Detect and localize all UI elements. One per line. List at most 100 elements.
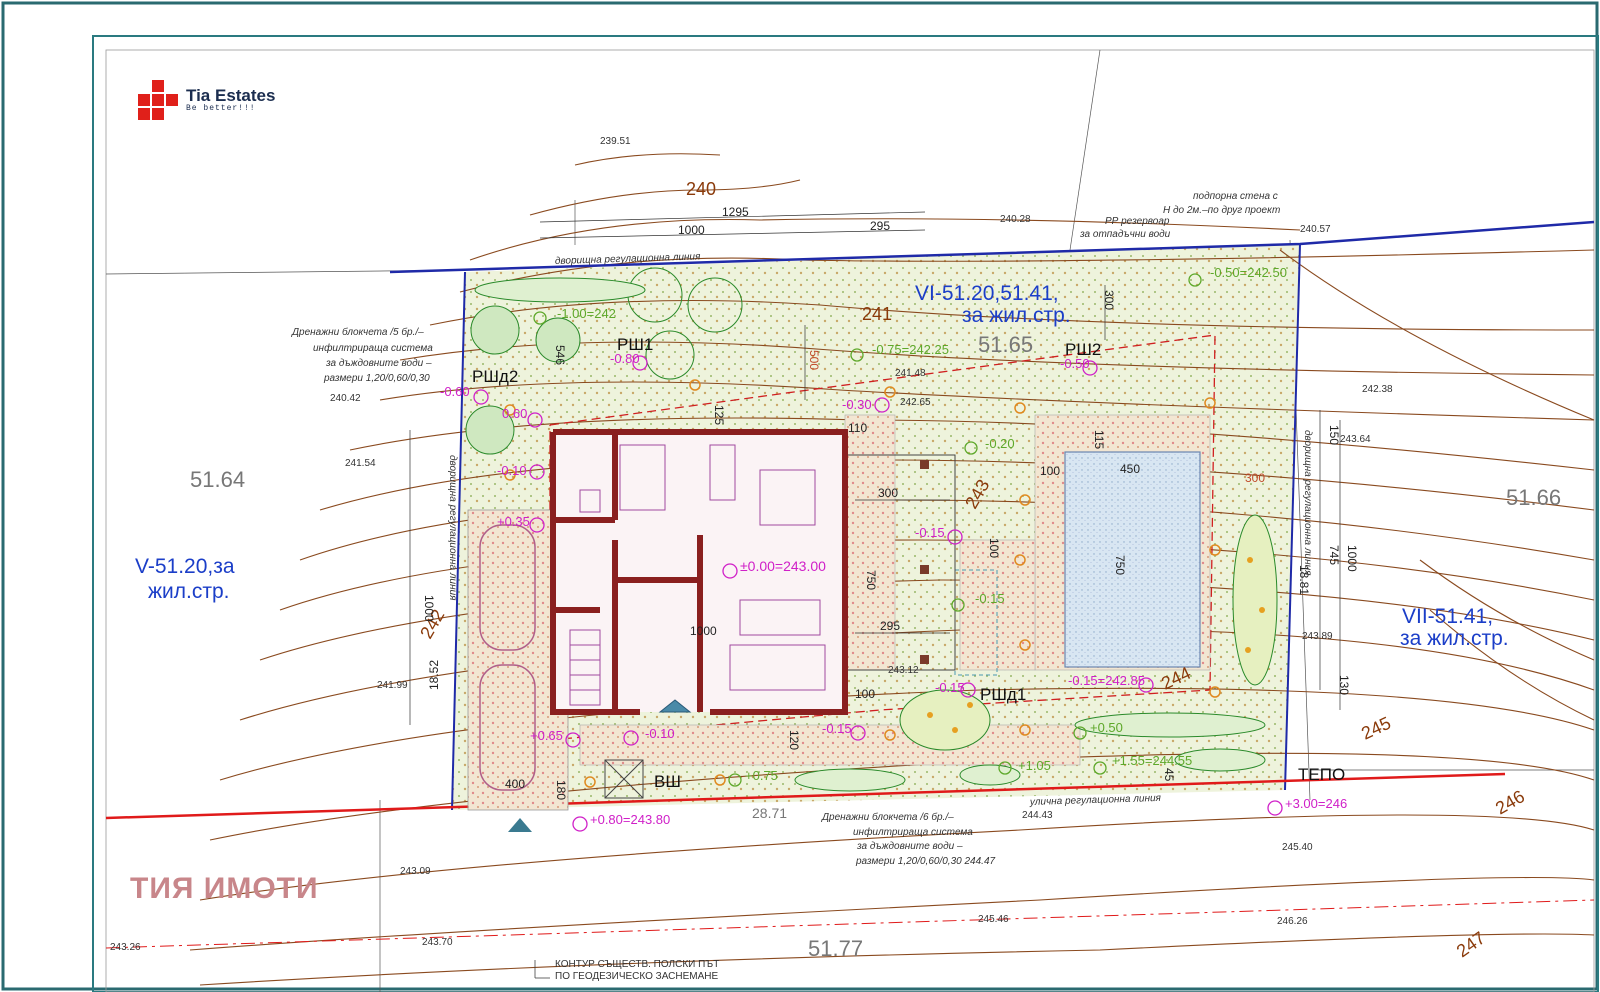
- dimension-label: 750: [864, 570, 878, 590]
- level-mark: +0.80=243.80: [590, 812, 670, 827]
- note-text: инфилтрираща система: [313, 342, 433, 354]
- spot-level: 244.43: [1022, 810, 1053, 821]
- brand-logo: Tia Estates Be better!!!: [138, 80, 275, 120]
- note-text: размери 1,20/0,60/0,30: [323, 373, 430, 384]
- tepo-label: ТЕПО: [1298, 765, 1345, 784]
- manhole-label: РШ1: [617, 335, 653, 354]
- zone-label: VII-51.41,: [1402, 605, 1493, 628]
- spot-level: 243.64: [1340, 434, 1371, 445]
- note-text: Дренажни блокчета /5 бр./–: [291, 326, 424, 338]
- dimension-label: 745: [1327, 545, 1341, 565]
- spot-level: 246.26: [1277, 916, 1308, 927]
- dimension-label: 450: [1120, 462, 1140, 476]
- zone-label: за жил.стр.: [1400, 627, 1509, 650]
- spot-level: 243.12: [888, 665, 919, 676]
- dimension-label: 150: [1327, 425, 1341, 445]
- dimension-label: 750: [1113, 555, 1127, 575]
- level-mark: +3.00=246: [1285, 796, 1347, 811]
- watermark-text: ТИЯ ИМОТИ: [130, 872, 319, 905]
- dimension-label: 546: [553, 345, 567, 365]
- contour-number: 240: [686, 179, 716, 199]
- level-mark: -0.60: [440, 384, 470, 399]
- dimension-label: 300: [1102, 290, 1116, 310]
- spot-level: 240.28: [1000, 214, 1031, 225]
- dimension-label: 125: [712, 405, 726, 425]
- dimension-label: 180: [554, 780, 568, 800]
- level-mark: -0.15: [975, 591, 1005, 606]
- dimension-label: 110: [848, 421, 867, 435]
- level-mark: -0.20: [985, 436, 1015, 451]
- dimension-label: 300: [1245, 471, 1265, 485]
- dimension-label: 1000: [678, 223, 705, 237]
- level-mark: -0.75=242.25: [872, 342, 949, 357]
- pool: [1064, 451, 1201, 668]
- spot-level: 245.46: [978, 914, 1009, 925]
- note-text: подпорна стена с: [1193, 191, 1278, 202]
- zone-label: VI-51.20,51.41,: [915, 282, 1059, 305]
- site-plan-drawing: 51.64 51.65 51.66 51.77 VI-51.20,51.41, …: [1, 1, 1599, 992]
- manhole-label: РШ2: [1065, 340, 1101, 359]
- level-mark: +1.05: [1018, 758, 1051, 773]
- dimension-label: 18.52: [427, 660, 441, 690]
- zone-label: V-51.20,за: [135, 555, 235, 578]
- survey-note: КОНТУР СЪЩЕСТВ. ПОЛСКИ ПЪТ: [555, 959, 719, 970]
- level-mark: +0.50: [1090, 720, 1123, 735]
- level-mark: -0.30: [842, 397, 872, 412]
- spot-level: 243.26: [110, 942, 141, 953]
- zone-label: жил.стр.: [148, 580, 230, 603]
- spot-level: 243.09: [400, 866, 431, 877]
- spot-level: 239.51: [600, 136, 631, 147]
- contour-number: 247: [1453, 928, 1489, 962]
- level-mark: -0.50=242.50: [1210, 265, 1287, 280]
- note-text: за отпадъчни води: [1079, 229, 1171, 240]
- parcel-label: 51.64: [190, 467, 245, 492]
- dimension-label: 500: [807, 350, 821, 370]
- line-label: дворищна регулационна линия: [555, 251, 701, 267]
- dimension-label: 1295: [722, 205, 749, 219]
- parcel-label: 51.66: [1506, 485, 1561, 510]
- spot-level: 241.54: [345, 458, 376, 469]
- dimension-label: 1000: [1345, 545, 1359, 572]
- level-mark: -0.10: [497, 463, 527, 478]
- spot-level: 240.42: [330, 393, 361, 404]
- dimension-label: 130: [1337, 675, 1351, 695]
- note-text: за дъждовните води –: [325, 358, 432, 369]
- parcel-label: 51.65: [978, 332, 1033, 357]
- note-text: Дренажни блокчета /6 бр./–: [821, 811, 954, 823]
- level-mark: -0.15: [822, 721, 852, 736]
- note-text: РР резервоар: [1105, 216, 1170, 227]
- contour-number: 246: [1492, 786, 1528, 818]
- level-mark: -1.00=242: [557, 306, 616, 321]
- brand-mark-icon: [138, 80, 180, 120]
- dimension-label: 100: [1040, 464, 1060, 478]
- note-text: за дъждовните води –: [856, 841, 963, 852]
- dimension-label: 100: [855, 687, 875, 701]
- dimension-label: 115: [1092, 430, 1106, 449]
- spot-level: 242.38: [1362, 384, 1393, 395]
- brand-name: Tia Estates: [186, 86, 276, 105]
- dimension-label: 295: [870, 219, 890, 233]
- manhole-label: РШд1: [980, 685, 1026, 704]
- dimension-label: 100: [987, 538, 1001, 558]
- spot-level: 241.48: [895, 368, 926, 379]
- line-label: дворищна регулационна линия: [1302, 430, 1313, 576]
- dimension-label: 300: [878, 486, 898, 500]
- manhole-label: ВШ: [654, 772, 681, 791]
- level-mark: -0.10: [645, 726, 675, 741]
- line-label: дворищна регулационна линия: [447, 455, 458, 601]
- note-text: Н до 2м.–по друг проект: [1163, 205, 1280, 216]
- dimension-label: 1000: [422, 595, 436, 622]
- spot-level: 243.70: [422, 937, 453, 948]
- spot-level: 242.65: [900, 397, 931, 408]
- spot-level: 240.57: [1300, 224, 1331, 235]
- contour-number: 245: [1358, 713, 1394, 744]
- manhole-label: РШд2: [472, 367, 518, 386]
- note-text: размери 1,20/0,60/0,30 244.47: [855, 856, 996, 867]
- entrance-arrow: [508, 818, 532, 832]
- brand-tagline: Be better!!!: [186, 104, 256, 113]
- spot-level: 241.99: [377, 680, 408, 691]
- spot-level: 243.89: [1302, 631, 1333, 642]
- dimension-label: 1000: [690, 624, 717, 638]
- dimension-label: 45: [1162, 768, 1176, 782]
- level-mark: -0.15=242.85: [1068, 673, 1145, 688]
